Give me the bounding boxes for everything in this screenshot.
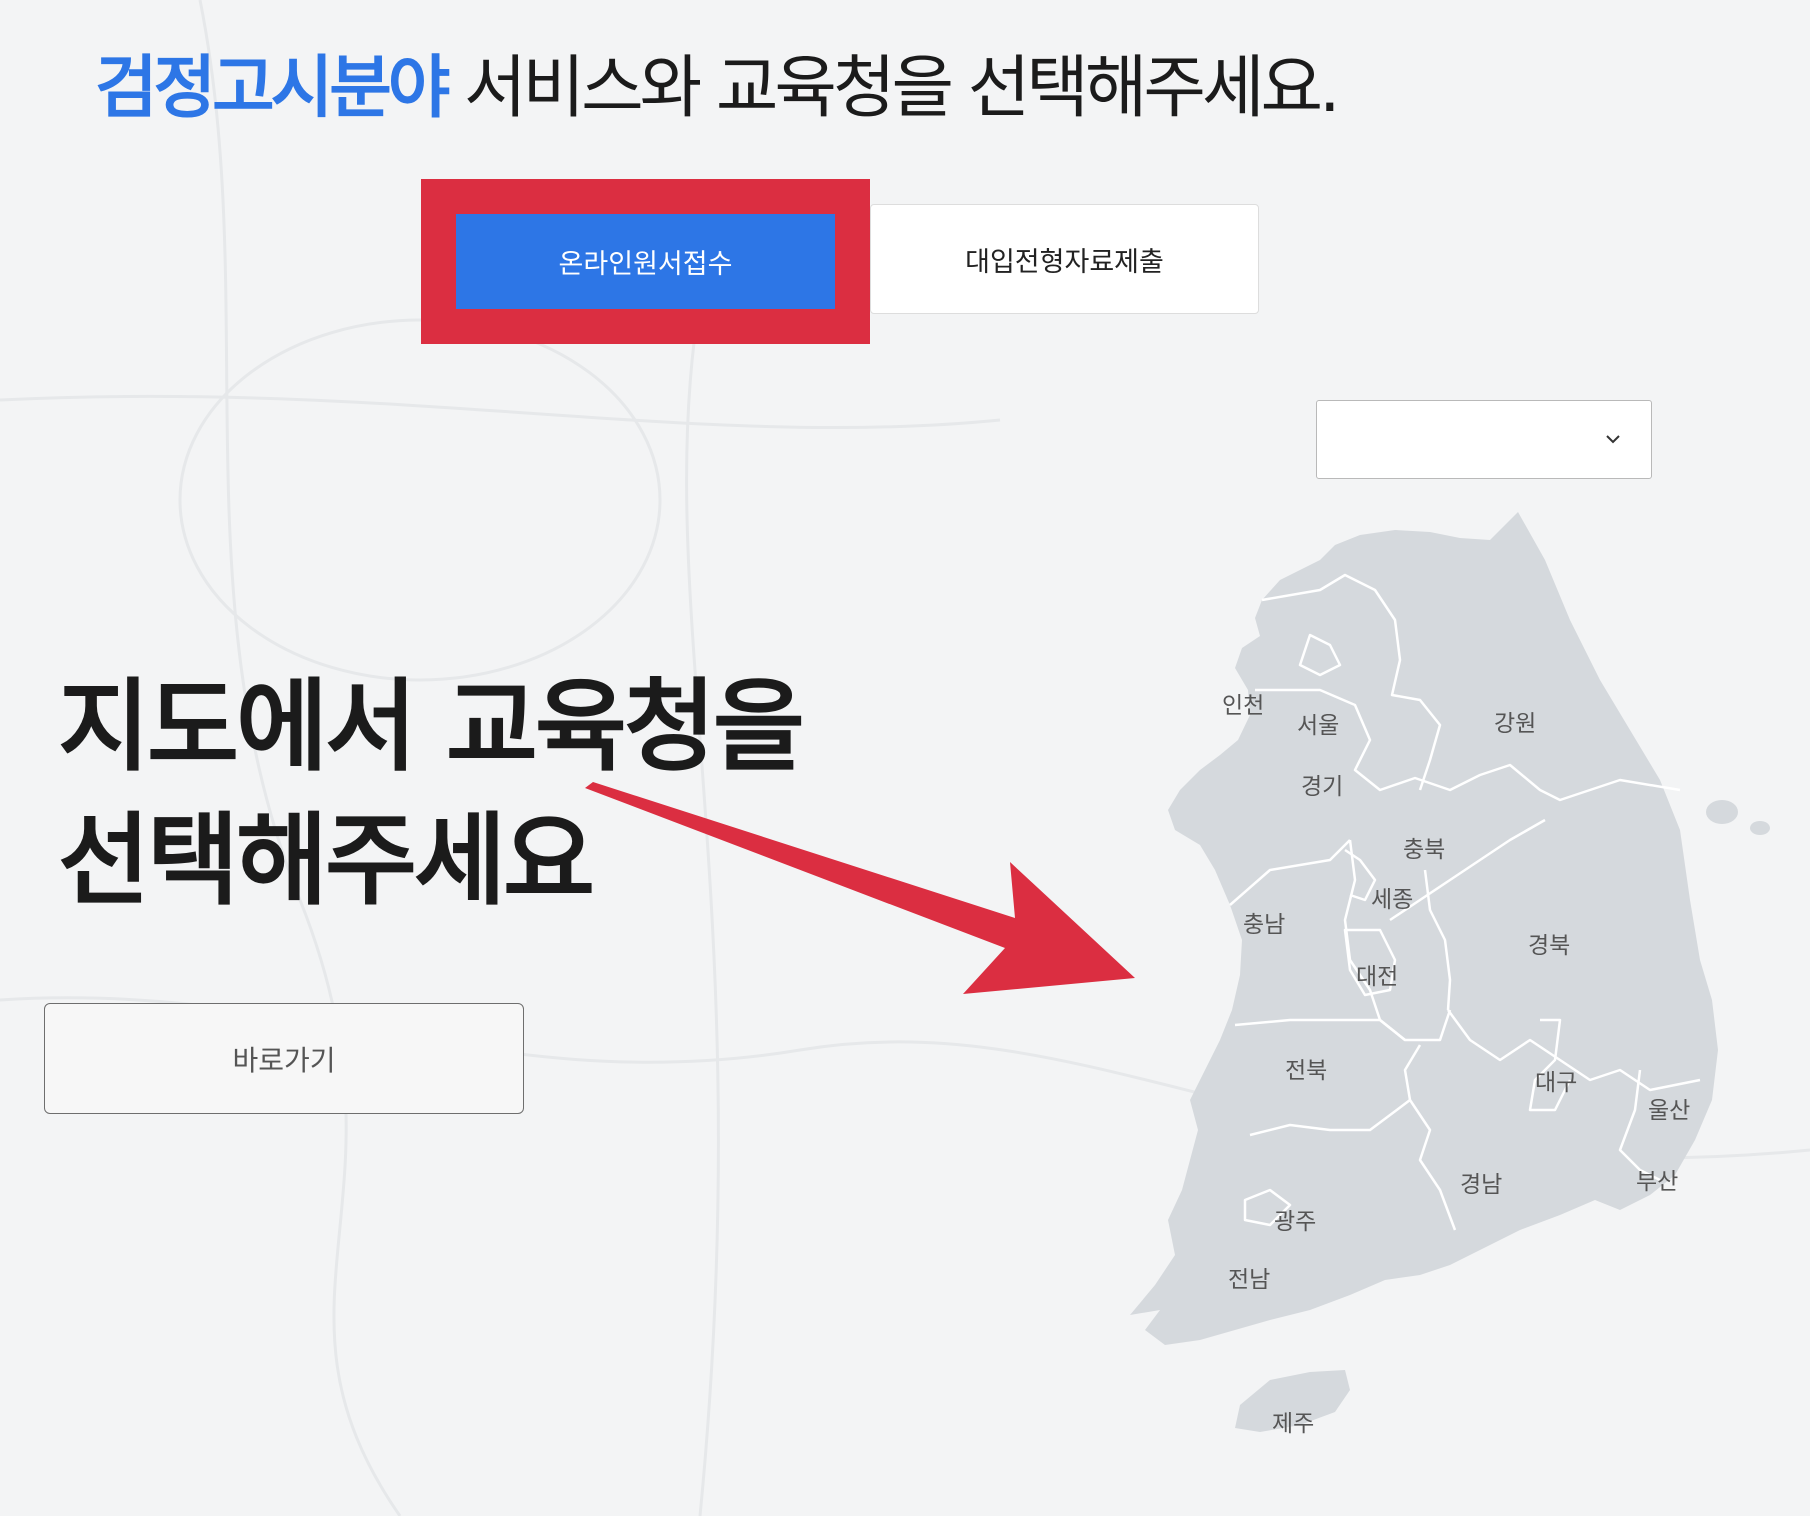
region-gyeongbuk[interactable]: 경북	[1528, 933, 1570, 959]
region-jeonnam[interactable]: 전남	[1228, 1267, 1270, 1293]
region-jeonbuk[interactable]: 전북	[1285, 1058, 1327, 1084]
region-daegu[interactable]: 대구	[1535, 1070, 1577, 1096]
region-ulsan[interactable]: 울산	[1648, 1098, 1690, 1124]
map-dokdo	[1750, 821, 1770, 835]
region-seoul[interactable]: 서울	[1297, 713, 1339, 739]
region-daejeon[interactable]: 대전	[1356, 964, 1398, 990]
region-chungnam[interactable]: 충남	[1243, 912, 1285, 938]
region-jeju[interactable]: 제주	[1272, 1411, 1314, 1437]
region-incheon[interactable]: 인천	[1222, 693, 1264, 719]
region-gwangju[interactable]: 광주	[1274, 1209, 1316, 1235]
region-sejong[interactable]: 세종	[1371, 887, 1413, 913]
map-mainland	[1130, 512, 1718, 1345]
korea-map: 인천 서울 경기 강원 충북 세종 충남 대전 경북 전북 대구 울산 경남 부…	[1130, 512, 1770, 1437]
region-gyeongnam[interactable]: 경남	[1460, 1172, 1502, 1198]
region-busan[interactable]: 부산	[1636, 1169, 1678, 1195]
region-chungbuk[interactable]: 충북	[1403, 837, 1445, 863]
map-ulleungdo	[1706, 800, 1738, 824]
region-gangwon[interactable]: 강원	[1494, 711, 1536, 737]
region-gyeonggi[interactable]: 경기	[1301, 774, 1343, 800]
